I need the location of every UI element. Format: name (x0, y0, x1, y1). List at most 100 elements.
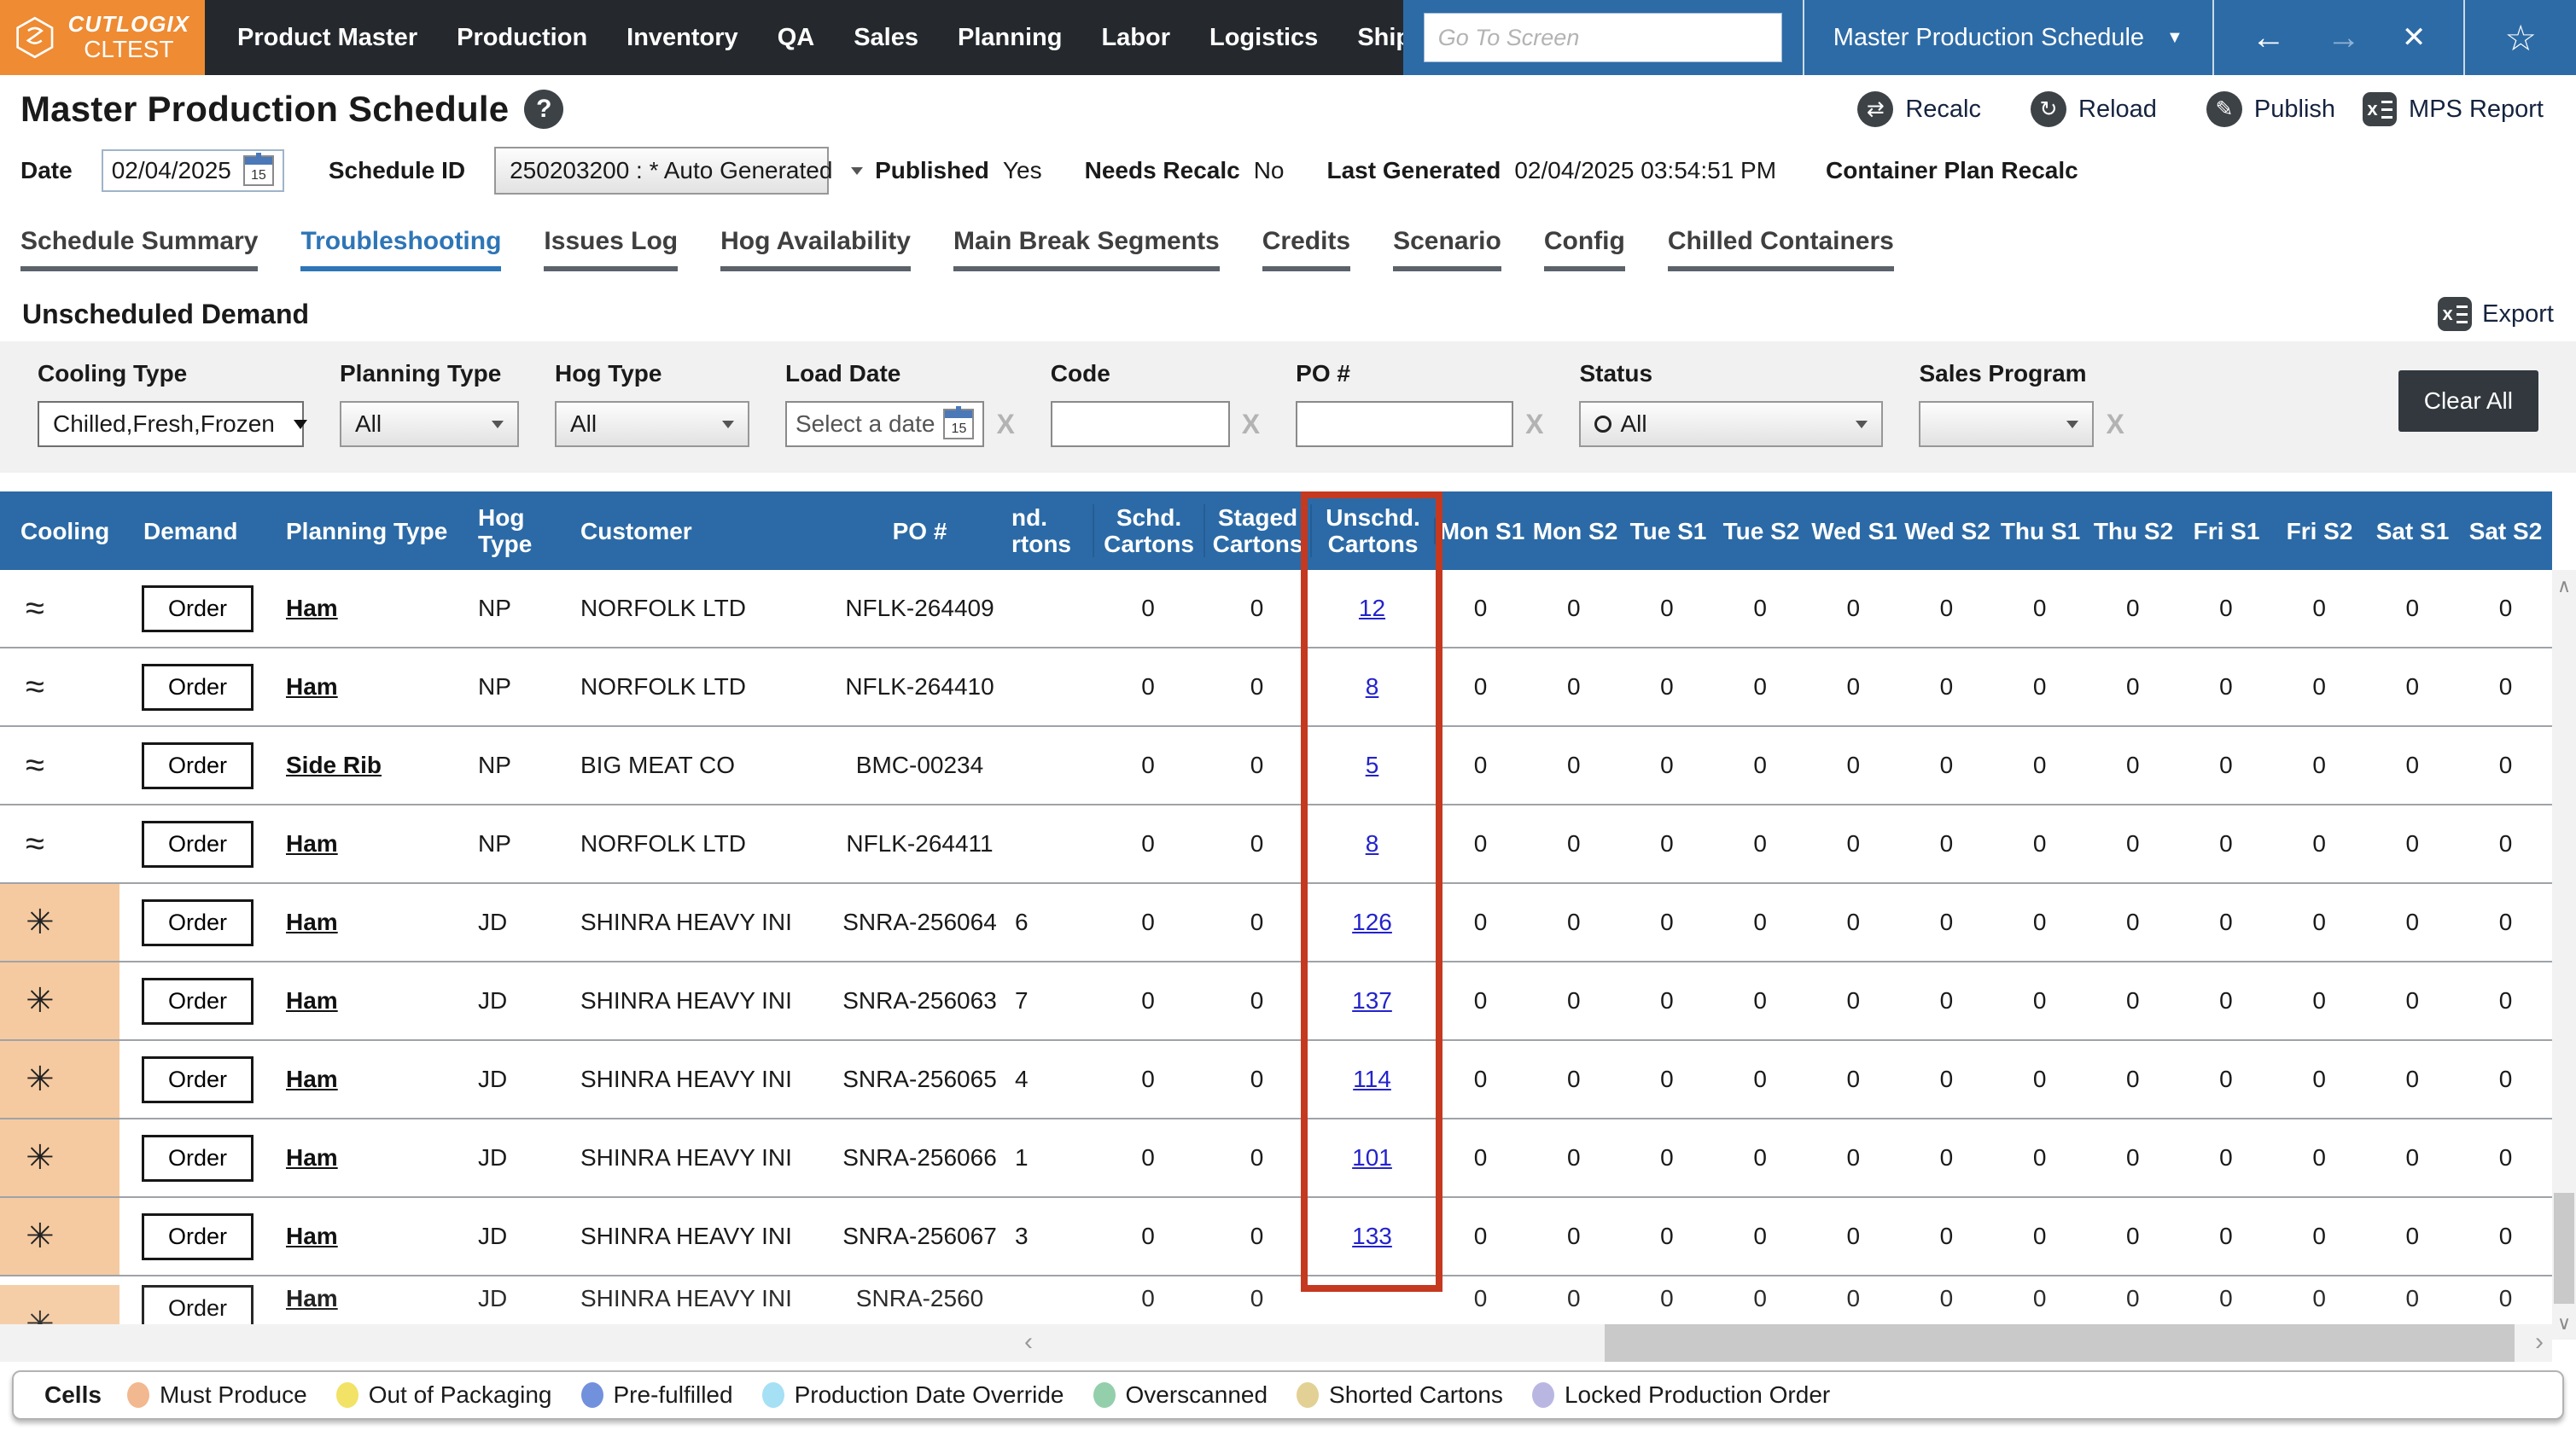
menu-item[interactable]: Product Master (237, 24, 417, 52)
tab[interactable]: Schedule Summary (20, 227, 258, 271)
tab[interactable]: Main Break Segments (953, 227, 1220, 271)
horizontal-scroll-thumb[interactable] (1605, 1324, 2515, 1362)
sales-program-select[interactable] (1919, 401, 2094, 447)
planning-type-link[interactable]: Ham (286, 1144, 338, 1171)
column-header-day[interactable]: Mon S1 (1436, 518, 1529, 544)
star-favorite-icon[interactable]: ☆ (2504, 17, 2537, 59)
calendar-icon[interactable]: 15 (943, 409, 974, 439)
column-header-dmd-cartons[interactable]: nd.rtons (1011, 504, 1093, 557)
order-button[interactable]: Order (142, 664, 254, 711)
unschd-cartons-link[interactable]: 126 (1352, 909, 1392, 935)
order-button[interactable]: Order (142, 585, 254, 632)
horizontal-scrollbar[interactable]: ‹ › (0, 1324, 2552, 1362)
column-header-day[interactable]: Mon S2 (1529, 518, 1622, 544)
scroll-down-icon[interactable]: ∨ (2557, 1312, 2571, 1334)
clear-all-button[interactable]: Clear All (2398, 370, 2538, 432)
header-action-button[interactable]: ⇄ Recalc (1857, 91, 1981, 127)
column-header-unschd-cartons[interactable]: Unschd.Cartons (1310, 504, 1434, 557)
column-header-day[interactable]: Thu S2 (2087, 518, 2180, 544)
order-button[interactable]: Order (142, 1056, 254, 1103)
planning-type-link[interactable]: Ham (286, 673, 338, 700)
order-button[interactable]: Order (142, 742, 254, 789)
goto-screen-input[interactable] (1424, 13, 1782, 62)
unschd-cartons-link[interactable]: 133 (1352, 1223, 1392, 1249)
menu-item[interactable]: Production (457, 24, 587, 52)
scroll-right-icon[interactable]: › (2535, 1328, 2544, 1357)
help-icon[interactable]: ? (524, 90, 563, 129)
schedule-id-select[interactable]: 250203200 : * Auto Generated (494, 147, 829, 195)
unschd-cartons-link[interactable]: 114 (1353, 1066, 1391, 1092)
menu-item[interactable]: Inventory (627, 24, 738, 52)
scroll-left-icon[interactable]: ‹ (1024, 1328, 1033, 1357)
clear-load-date-icon[interactable]: X (996, 410, 1014, 438)
header-action-button[interactable]: ↻ Reload (2031, 91, 2157, 127)
calendar-icon[interactable]: 15 (243, 155, 274, 186)
menu-item[interactable]: Logistics (1209, 24, 1318, 52)
column-header-staged-cartons[interactable]: StagedCartons (1203, 504, 1310, 557)
column-header-day[interactable]: Tue S1 (1622, 518, 1715, 544)
column-header-po[interactable]: PO # (828, 518, 1011, 544)
planning-type-link[interactable]: Ham (286, 987, 338, 1014)
clear-po-icon[interactable]: X (1525, 410, 1543, 438)
tab[interactable]: Hog Availability (720, 227, 911, 271)
unschd-cartons-link[interactable]: 8 (1366, 673, 1379, 700)
clear-code-icon[interactable]: X (1242, 410, 1260, 438)
column-header-day[interactable]: Sat S1 (2366, 518, 2459, 544)
column-header-day[interactable]: Tue S2 (1715, 518, 1808, 544)
vertical-scrollbar[interactable]: ∧ ∨ (2552, 570, 2576, 1340)
order-button[interactable]: Order (142, 978, 254, 1025)
code-input[interactable] (1051, 401, 1230, 447)
unschd-cartons-link[interactable]: 137 (1352, 987, 1392, 1014)
column-header-hog-type[interactable]: Hog Type (478, 504, 580, 557)
order-button[interactable]: Order (142, 1213, 254, 1260)
unschd-cartons-link[interactable]: 12 (1359, 595, 1385, 621)
order-button[interactable]: Order (142, 821, 254, 868)
column-header-cooling[interactable]: Cooling (0, 518, 119, 544)
menu-item[interactable]: Labor (1101, 24, 1170, 52)
menu-item[interactable]: Planning (958, 24, 1062, 52)
mps-report-button[interactable]: x MPS Report (2363, 92, 2556, 126)
tab[interactable]: Issues Log (544, 227, 678, 271)
menu-item[interactable]: Sales (854, 24, 918, 52)
tab[interactable]: Config (1544, 227, 1625, 271)
tab[interactable]: Troubleshooting (300, 227, 501, 271)
menu-item[interactable]: QA (778, 24, 815, 52)
unschd-cartons-link[interactable]: 101 (1352, 1144, 1392, 1171)
back-arrow-icon[interactable]: ← (2252, 20, 2286, 55)
unschd-cartons-link[interactable]: 8 (1366, 830, 1379, 857)
close-icon[interactable]: ✕ (2402, 23, 2427, 52)
planning-type-link[interactable]: Ham (286, 595, 338, 621)
unschd-cartons-link[interactable]: 5 (1366, 752, 1379, 778)
order-button[interactable]: Order (142, 1285, 254, 1324)
column-header-planning-type[interactable]: Planning Type (286, 518, 478, 544)
planning-type-link[interactable]: Ham (286, 830, 338, 857)
order-button[interactable]: Order (142, 899, 254, 946)
clear-sales-program-icon[interactable]: X (2106, 410, 2124, 438)
hog-type-select[interactable]: All (555, 401, 749, 447)
export-button[interactable]: x Export (2438, 297, 2554, 331)
column-header-schd-cartons[interactable]: Schd.Cartons (1093, 504, 1203, 557)
planning-type-link[interactable]: Ham (286, 909, 338, 935)
planning-type-link[interactable]: Side Rib (286, 752, 382, 778)
date-picker[interactable]: 02/04/2025 15 (102, 149, 284, 192)
tab[interactable]: Credits (1262, 227, 1350, 271)
status-select[interactable]: All (1579, 401, 1883, 447)
column-header-day[interactable]: Thu S1 (1994, 518, 2087, 544)
column-header-day[interactable]: Wed S1 (1808, 518, 1901, 544)
column-header-day[interactable]: Wed S2 (1901, 518, 1994, 544)
column-header-day[interactable]: Sat S2 (2459, 518, 2552, 544)
vertical-scroll-thumb[interactable] (2554, 1193, 2574, 1304)
forward-arrow-icon[interactable]: → (2327, 20, 2361, 55)
column-header-demand[interactable]: Demand (119, 518, 286, 544)
column-header-day[interactable]: Fri S2 (2273, 518, 2366, 544)
load-date-picker[interactable]: Select a date 15 (785, 401, 984, 447)
header-action-button[interactable]: ✎ Publish (2206, 91, 2335, 127)
column-header-customer[interactable]: Customer (580, 518, 828, 544)
planning-type-link[interactable]: Ham (286, 1285, 338, 1311)
cooling-type-select[interactable]: Chilled,Fresh,Frozen (38, 401, 304, 447)
planning-type-select[interactable]: All (340, 401, 519, 447)
planning-type-link[interactable]: Ham (286, 1223, 338, 1249)
order-button[interactable]: Order (142, 1135, 254, 1182)
tab[interactable]: Scenario (1393, 227, 1501, 271)
planning-type-link[interactable]: Ham (286, 1066, 338, 1092)
